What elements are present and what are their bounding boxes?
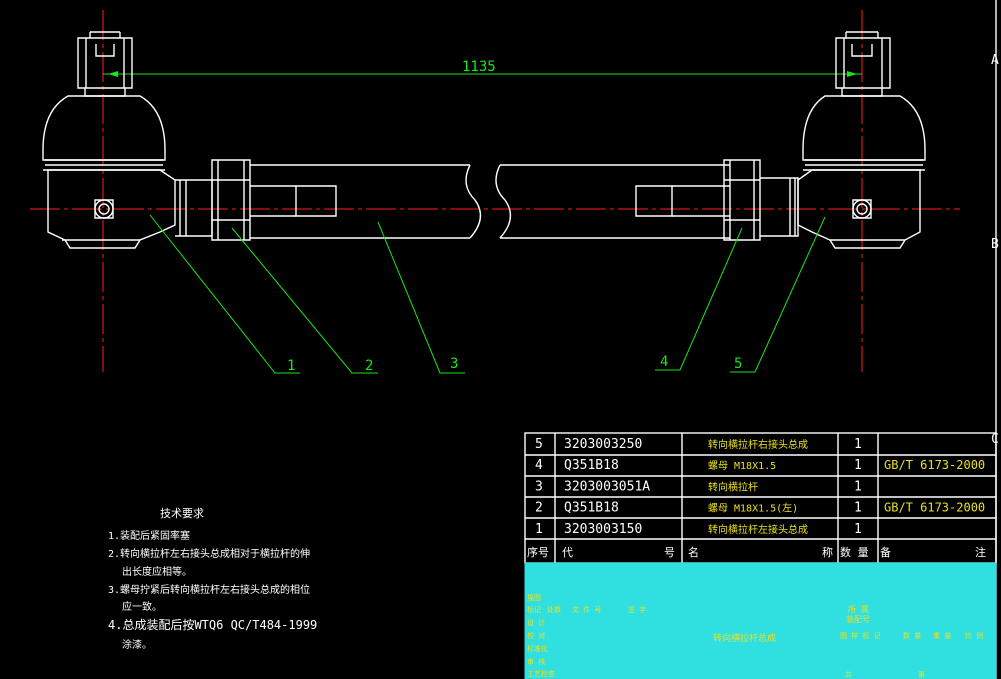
parts-list-table — [524, 432, 997, 564]
row-name: 螺母 M18X1.5(左) — [708, 502, 798, 515]
row-no: 2 — [535, 501, 543, 516]
row-qty: 1 — [854, 522, 862, 537]
row-qty: 1 — [854, 458, 862, 473]
tb-label-7: 标准化 — [527, 644, 548, 653]
header-no: 序号 — [527, 545, 549, 559]
tech-item-4b: 涂漆。 — [122, 638, 152, 651]
tb-label-6: 校 对 — [527, 631, 545, 640]
left-nut-assembly — [175, 159, 251, 241]
row-qty: 1 — [854, 479, 862, 494]
header-note2: 注 — [975, 545, 986, 559]
tb-right-3: 数 量 — [903, 631, 921, 640]
tech-item-1: 1.装配后紧固率塞 — [108, 529, 190, 542]
tb-label-0: 描图 — [527, 593, 541, 602]
frame-mark-b: B — [991, 237, 999, 252]
tb-label-2: 处数 — [547, 605, 561, 614]
tb-label-4: 签 字 — [628, 605, 646, 614]
row-no: 5 — [535, 437, 543, 452]
balloon-4: 4 — [660, 354, 668, 370]
tb-label-3: 文 件 号 — [572, 605, 601, 614]
balloon-1: 1 — [287, 358, 295, 374]
tech-requirements: 技术要求 1.装配后紧固率塞 2.转向横拉杆左右接头总成相对于横拉杆的伸 出长度… — [108, 507, 317, 651]
tb-right-6: 共 — [845, 670, 852, 679]
tech-item-4: 4.总成装配后按WTQ6 QC/T484-1999 — [108, 618, 317, 632]
frame-mark-c: C — [991, 432, 999, 447]
tech-item-2b: 出长度应相等。 — [122, 565, 192, 578]
balloon-2: 2 — [365, 358, 373, 374]
row-name: 转向横拉杆右接头总成 — [708, 438, 808, 451]
row-code: Q351B18 — [564, 458, 619, 473]
header-qty: 数 量 — [840, 546, 869, 559]
balloon-3: 3 — [450, 356, 458, 372]
tech-item-3b: 应一致。 — [122, 600, 162, 613]
row-name: 转向横拉杆 — [708, 480, 758, 493]
dimension-label: 1135 — [462, 59, 496, 75]
tb-label-8: 审 核 — [527, 657, 545, 666]
tie-rod-tube — [250, 164, 730, 239]
row-qty: 1 — [854, 437, 862, 452]
drawing-name: 转向横拉杆总成 — [713, 632, 776, 644]
row-note: GB/T 6173-2000 — [884, 458, 985, 472]
row-no: 3 — [535, 479, 543, 494]
tb-right-5: 比 例 — [965, 631, 983, 640]
row-code: Q351B18 — [564, 501, 619, 516]
balloon-5: 5 — [734, 356, 742, 372]
row-code: 3203003051A — [564, 479, 650, 494]
title-block — [524, 562, 997, 679]
tech-item-2: 2.转向横拉杆左右接头总成相对于横拉杆的伸 — [108, 547, 310, 560]
header-note: 备 — [880, 545, 891, 559]
row-code: 3203003250 — [564, 437, 642, 452]
frame-mark-a: A — [991, 53, 999, 68]
tb-right-2: 图 样 标 记 — [840, 631, 881, 640]
tb-label-1: 标记 — [527, 605, 541, 614]
tb-right-4: 重 量 — [933, 632, 951, 640]
parts-rows: 5 3203003250 转向横拉杆右接头总成 1 4 Q351B18 螺母 M18X1.5… — [535, 437, 985, 537]
tb-right-8: 第 — [918, 670, 925, 679]
tb-label-5: 设 计 — [527, 618, 545, 627]
row-code: 3203003150 — [564, 522, 642, 537]
tech-title: 技术要求 — [160, 507, 204, 520]
row-qty: 1 — [854, 501, 862, 516]
tb-label-10: 工艺检查 — [527, 669, 555, 678]
tech-item-3: 3.螺母拧紧后转向横拉杆左右接头总成的相位 — [108, 583, 310, 596]
row-name: 转向横拉杆左接头总成 — [708, 523, 808, 536]
cad-drawing-canvas: A B C 1135 1 2 3 4 5 技术要求 1.装配后紧固率塞 2.转向… — [30, 0, 999, 679]
tb-right-0: 所 属 — [848, 604, 869, 614]
dimension-1135: 1135 — [103, 59, 862, 77]
row-note: GB/T 6173-2000 — [884, 501, 985, 515]
row-no: 4 — [535, 458, 543, 473]
tb-right-1: 装配号 — [846, 614, 870, 624]
right-nut-assembly — [723, 159, 799, 241]
row-name: 螺母 M18X1.5 — [708, 460, 776, 472]
row-no: 1 — [535, 522, 543, 537]
left-tie-rod-end — [42, 31, 176, 249]
header-code2: 号 — [664, 546, 675, 559]
header-name2: 称 — [822, 545, 833, 559]
header-code: 代 — [562, 546, 573, 559]
header-name: 名 — [688, 545, 699, 559]
